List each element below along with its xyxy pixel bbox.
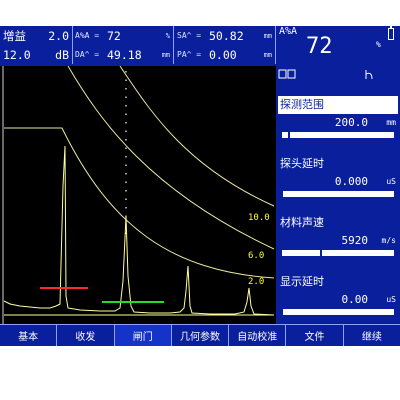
menu-file[interactable]: 文件 — [286, 325, 344, 346]
channel-icon — [278, 69, 296, 79]
display-delay-slider[interactable] — [281, 309, 394, 315]
readout-sound-path: SA^ = 50.82 mm — [174, 26, 276, 45]
detection-range-value: 200.0 — [334, 115, 368, 129]
material-velocity-unit: m/s — [381, 235, 396, 245]
gain-block[interactable]: 增益 2.0 12.0 dB — [0, 26, 73, 64]
probe-delay-unit: uS — [386, 176, 396, 186]
menu-geometry[interactable]: 几何参数 — [172, 325, 230, 346]
dac-curve-upper — [119, 66, 275, 207]
battery-icon — [388, 26, 394, 40]
panel-detection-range[interactable]: 探测范围 200.0 mm — [278, 96, 398, 148]
display-delay-value: 0.00 — [341, 292, 369, 306]
probe-icon — [365, 70, 373, 80]
material-velocity-value: 5920 — [341, 233, 369, 247]
display-delay-marker — [281, 309, 283, 315]
curve-label-6: 6.0 — [248, 251, 264, 261]
display-delay-unit: uS — [386, 294, 396, 304]
amplitude-readout: A%A 72 % — [276, 26, 400, 64]
measurement-readouts: A%A = 72 % SA^ = 50.82 mm DA^ = 49.18 mm… — [72, 26, 276, 64]
menu-basic[interactable]: 基本 — [0, 325, 58, 346]
detection-range-marker — [287, 132, 290, 138]
db-unit: dB — [55, 47, 69, 62]
probe-delay-value: 0.000 — [334, 174, 368, 188]
readout-projection: PA^ = 0.00 mm — [174, 45, 276, 64]
material-velocity-label: 材料声速 — [280, 216, 324, 229]
bottom-menu: 基本 收发 闸门 几何参数 自动校准 文件 继续 — [0, 324, 400, 346]
a-scan-display: 10.0 6.0 2.0 — [0, 66, 276, 324]
material-velocity-slider[interactable] — [282, 250, 394, 256]
menu-auto-calibration[interactable]: 自动校准 — [229, 325, 287, 346]
readout-depth: DA^ = 49.18 mm — [72, 45, 174, 64]
amplitude-unit: % — [376, 40, 381, 49]
probe-delay-marker — [281, 191, 283, 197]
a-scan-svg: 10.0 6.0 2.0 — [2, 66, 275, 324]
probe-delay-slider[interactable] — [281, 191, 394, 197]
menu-gate[interactable]: 闸门 — [114, 325, 172, 346]
dac-curve-lower — [4, 127, 275, 279]
panel-probe-delay[interactable]: 探头延时 0.000 uS — [278, 155, 398, 207]
panel-display-delay[interactable]: 显示延时 0.00 uS — [278, 273, 398, 325]
detection-range-unit: mm — [386, 117, 396, 127]
ultrasonic-flaw-detector-screen: 增益 2.0 12.0 dB A%A = 72 % SA^ = 50.82 mm… — [0, 26, 400, 346]
material-velocity-marker — [320, 250, 323, 256]
readout-a-amplitude: A%A = 72 % — [72, 26, 174, 45]
gain-label: 增益 — [3, 28, 26, 43]
menu-transceive[interactable]: 收发 — [57, 325, 115, 346]
dac-curve-middle — [67, 66, 275, 250]
display-delay-label: 显示延时 — [280, 275, 324, 288]
curve-label-2: 2.0 — [248, 277, 264, 287]
curve-label-10: 10.0 — [248, 213, 270, 223]
panel-material-velocity[interactable]: 材料声速 5920 m/s — [278, 214, 398, 266]
parameter-panel: 探测范围 200.0 mm 探头延时 0.000 uS 材料声速 5920 m/… — [276, 66, 400, 324]
menu-continue[interactable]: 继续 — [344, 325, 400, 346]
detection-range-slider[interactable] — [282, 132, 394, 138]
detection-range-label: 探测范围 — [278, 96, 398, 114]
probe-delay-label: 探头延时 — [280, 157, 324, 170]
amplitude-value: 72 — [306, 34, 333, 59]
db-gain-value: 12.0 — [3, 47, 31, 62]
gain-value: 2.0 — [48, 28, 69, 43]
amplitude-tag: A%A — [279, 26, 298, 37]
